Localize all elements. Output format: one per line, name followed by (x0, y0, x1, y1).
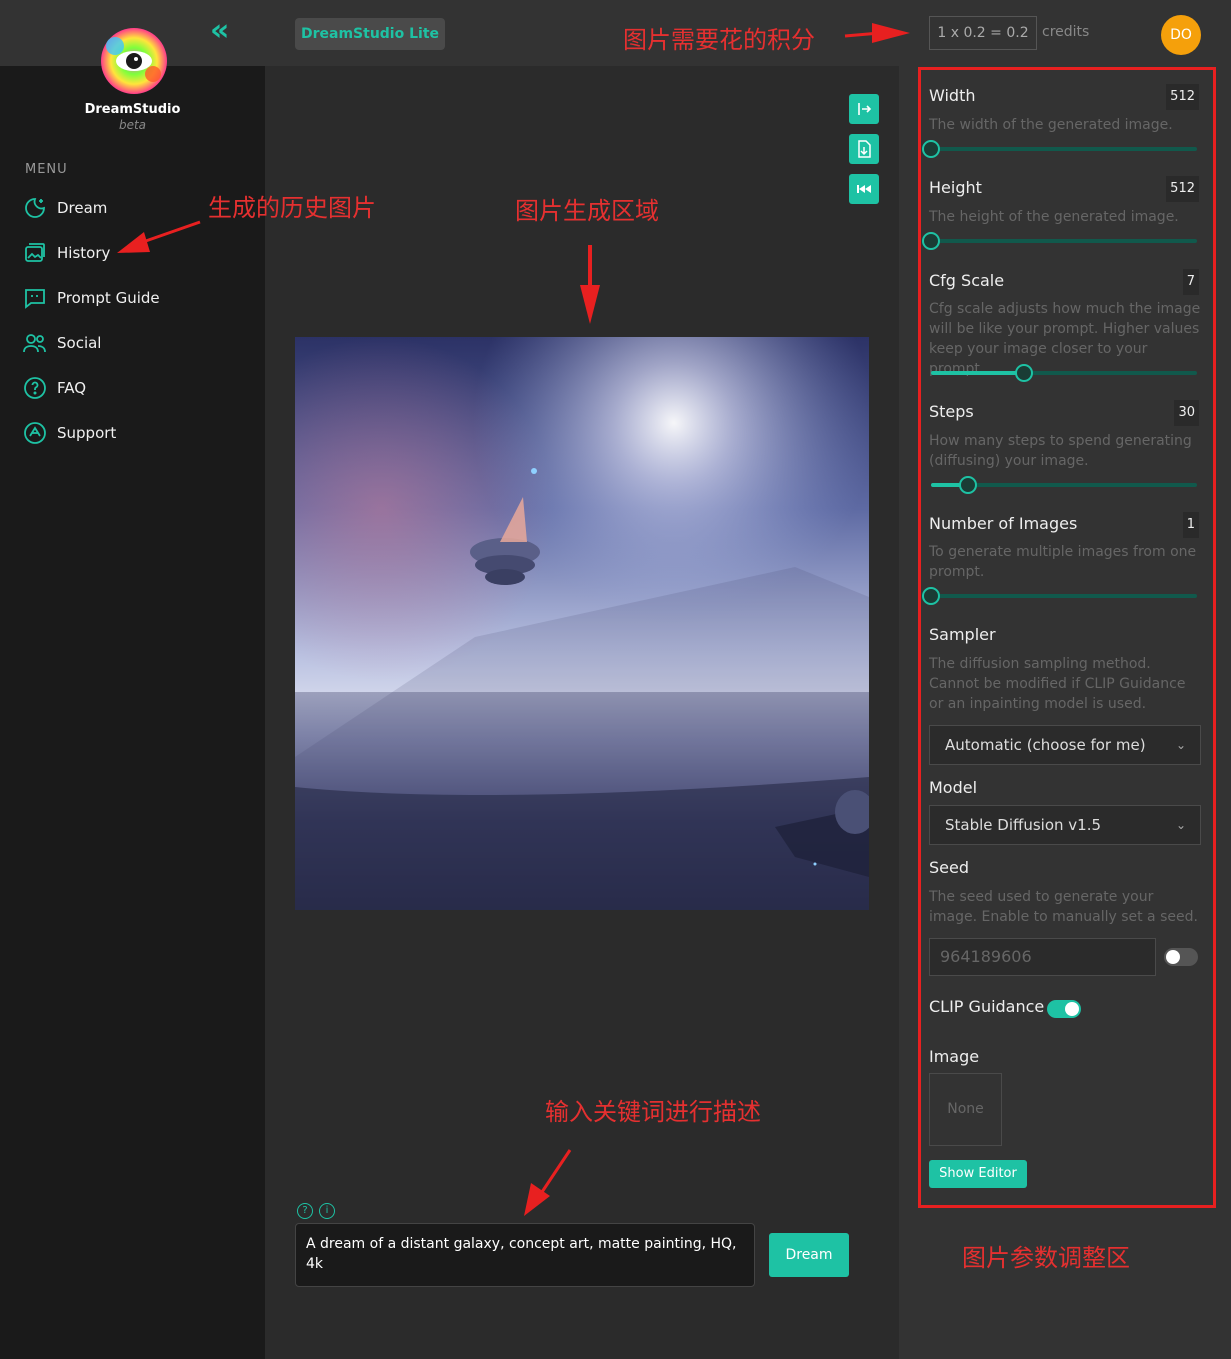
sidebar-item-label: History (57, 244, 111, 262)
rewind-icon (857, 185, 871, 193)
sidebar-item-prompt-guide[interactable]: Prompt Guide (23, 284, 160, 312)
credits-annotation: 图片需要花的积分 (623, 26, 815, 54)
collapse-sidebar-button[interactable]: « (210, 16, 240, 48)
sidebar-item-label: Prompt Guide (57, 289, 160, 307)
brand-name: DreamStudio (84, 102, 181, 117)
params-highlight-frame (918, 67, 1216, 1208)
sidebar-item-faq[interactable]: FAQ (23, 374, 86, 402)
download-button[interactable] (849, 134, 879, 164)
faq-icon (24, 377, 46, 399)
generated-image[interactable] (295, 337, 869, 910)
social-icon (23, 334, 46, 353)
expand-icon (858, 103, 872, 115)
dreamstudio-logo-icon (101, 28, 167, 94)
sidebar-item-dream[interactable]: Dream (23, 194, 107, 222)
sidebar-item-history[interactable]: History (23, 239, 110, 267)
sidebar-item-label: Dream (57, 199, 108, 217)
support-icon (24, 422, 46, 444)
canvas-toolbar (849, 94, 879, 214)
params-annotation: 图片参数调整区 (962, 1244, 1130, 1272)
canvas-annotation: 图片生成区域 (515, 197, 659, 225)
expand-panel-button[interactable] (849, 94, 879, 124)
info-icon[interactable]: i (319, 1203, 335, 1219)
user-avatar[interactable]: DO (1161, 15, 1201, 55)
prompt-help-icons: ? i (297, 1203, 335, 1219)
sidebar-item-social[interactable]: Social (23, 329, 101, 357)
dream-button[interactable]: Dream (769, 1233, 849, 1277)
dreamstudio-lite-button[interactable]: DreamStudio Lite (295, 18, 445, 50)
credit-cost-display: 1 x 0.2 = 0.2 (929, 16, 1037, 50)
prompt-input[interactable]: A dream of a distant galaxy, concept art… (295, 1223, 755, 1287)
sidebar: DreamStudio beta MENU Dream History Prom… (0, 28, 265, 1359)
history-annotation: 生成的历史图片 (208, 194, 376, 222)
sidebar-item-label: Support (57, 424, 117, 442)
sidebar-item-label: FAQ (57, 379, 87, 397)
prompt-annotation: 输入关键词进行描述 (545, 1098, 761, 1126)
credit-label: credits (1042, 24, 1090, 40)
history-icon (25, 243, 45, 262)
dream-icon (25, 198, 45, 218)
help-icon[interactable]: ? (297, 1203, 313, 1219)
reset-button[interactable] (849, 174, 879, 204)
download-file-icon (858, 140, 871, 158)
menu-heading: MENU (25, 162, 68, 177)
sidebar-item-support[interactable]: Support (23, 419, 116, 447)
brand-subtitle: beta (118, 118, 147, 132)
main-canvas-area: ? i A dream of a distant galaxy, concept… (265, 66, 899, 1359)
top-bar: « DreamStudio Lite 1 x 0.2 = 0.2 credits… (0, 0, 1231, 66)
prompt-guide-icon (25, 289, 45, 309)
sidebar-item-label: Social (57, 334, 102, 352)
